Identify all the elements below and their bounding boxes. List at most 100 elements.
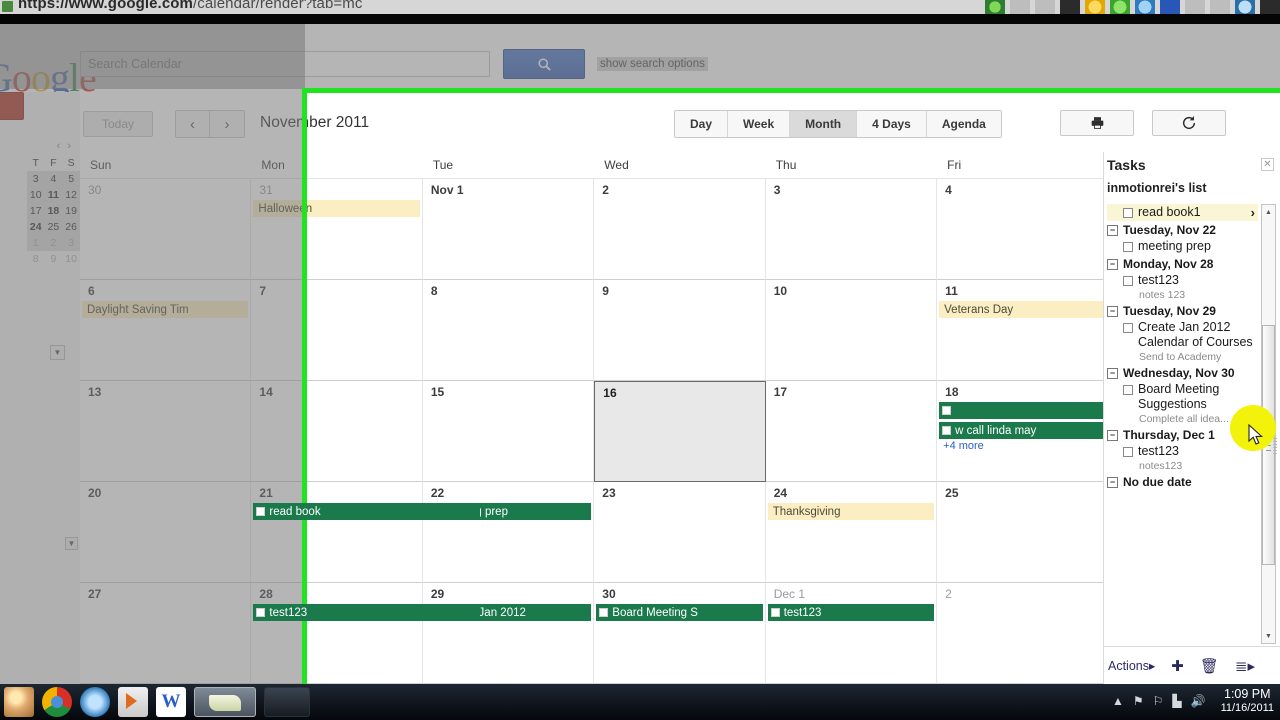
day-cell[interactable]: 18 w call linda may +4 more [937, 381, 1109, 482]
day-cell[interactable]: 8 [422, 280, 595, 381]
day-cell[interactable]: 30 Board Meeting S [594, 583, 766, 684]
list-options-icon[interactable]: ≣▸ [1235, 657, 1255, 675]
taskbar-clock[interactable]: 1:09 PM 11/16/2011 [1215, 687, 1274, 715]
mini-calendar-day[interactable]: 9 [45, 251, 63, 267]
signal-icon[interactable]: ▙ [1172, 694, 1181, 708]
browser-extension-icons[interactable] [985, 0, 1280, 14]
mini-calendar-day[interactable] [0, 219, 9, 235]
mini-calendar-day[interactable] [9, 187, 27, 203]
collapse-minus-icon[interactable]: − [1107, 305, 1118, 317]
day-cell[interactable]: 20 [80, 482, 252, 583]
task-chip[interactable]: test123 [253, 604, 481, 621]
panel-resize-grip[interactable] [1273, 438, 1277, 454]
day-cell[interactable]: 2 [594, 179, 766, 280]
mini-calendar-day[interactable]: 17 [26, 203, 45, 219]
day-cell[interactable]: 11 Veterans Day [937, 280, 1109, 381]
search-input[interactable] [80, 51, 490, 77]
day-cell[interactable]: 4 [937, 179, 1109, 280]
picture-icon[interactable] [1185, 0, 1205, 14]
holiday-chip[interactable]: Veterans Day [939, 301, 1106, 318]
day-cell[interactable]: 7 [251, 280, 423, 381]
sidebar-other-calendars[interactable]: rs ▼ [0, 537, 78, 550]
task-date-group[interactable]: − No due date [1107, 473, 1258, 490]
taskbar-apps[interactable]: W [4, 687, 310, 717]
mini-calendar-day[interactable]: 1 [26, 235, 45, 251]
mini-calendar-day[interactable] [0, 203, 9, 219]
task-checkbox-icon[interactable] [1123, 323, 1133, 333]
trash-icon[interactable]: 🗑 [1200, 657, 1219, 675]
apps-icon[interactable] [1210, 0, 1230, 14]
chrome-icon[interactable] [42, 687, 72, 717]
day-cell[interactable]: 25 [937, 482, 1109, 583]
mini-calendar-day[interactable]: 2 [44, 235, 63, 251]
task-checkbox-icon[interactable] [1123, 447, 1133, 457]
internet-explorer-icon[interactable] [80, 687, 110, 717]
day-cell[interactable]: 16 [594, 381, 766, 482]
start-orb-icon[interactable] [4, 687, 34, 717]
mini-calendar-day[interactable]: 3 [62, 235, 80, 251]
day-cell[interactable]: 28 test123 [251, 583, 481, 684]
task-item[interactable]: Create Jan 2012 Calendar of Courses [1107, 319, 1258, 351]
collapse-minus-icon[interactable]: − [1107, 476, 1118, 488]
task-date-group[interactable]: − Tuesday, Nov 29 [1107, 302, 1258, 319]
tab-week[interactable]: Week [728, 111, 791, 137]
mini-calendar-day[interactable]: 12 [62, 187, 80, 203]
mini-calendar-day[interactable]: 5 [62, 171, 80, 187]
browser-url-bar[interactable]: https://www.google.com/calendar/render?t… [0, 0, 1280, 14]
mini-calendar-day[interactable]: 18 [44, 203, 63, 219]
task-chip[interactable]: test123 [767, 604, 935, 621]
mini-calendar-day[interactable] [0, 251, 9, 267]
evernote-icon[interactable] [985, 0, 1005, 14]
day-cell[interactable]: 9 [594, 280, 766, 381]
tab-month[interactable]: Month [790, 111, 858, 137]
task-checkbox-icon[interactable] [942, 406, 952, 415]
system-tray[interactable]: ▲ ⚑ ⚐ ▙ 🔊 1:09 PM 11/16/2011 [1112, 687, 1274, 715]
mini-calendar-day[interactable]: 10 [62, 251, 80, 267]
task-checkbox-icon[interactable] [256, 608, 266, 617]
day-cell[interactable]: Nov 1 [422, 179, 595, 280]
day-cell[interactable]: 14 [251, 381, 423, 482]
day-cell[interactable]: 13 [80, 381, 252, 482]
action-center-icon[interactable]: ⚐ [1153, 694, 1164, 708]
mini-calendar-day[interactable]: 25 [44, 219, 63, 235]
day-cell[interactable]: 15 [422, 381, 595, 482]
holiday-chip[interactable]: Thanksgiving [767, 503, 935, 520]
volume-icon[interactable]: 🔊 [1191, 694, 1206, 708]
day-cell[interactable]: 27 [80, 583, 252, 684]
mini-calendar-day[interactable]: 11 [44, 187, 63, 203]
mini-calendar-day[interactable] [0, 235, 9, 251]
day-cell[interactable]: 3 [765, 179, 938, 280]
mini-calendar-day[interactable]: 3 [26, 171, 45, 187]
today-button[interactable]: Today [83, 111, 153, 137]
holiday-chip[interactable]: Daylight Saving Tim [82, 301, 249, 318]
mini-calendar-day[interactable]: 19 [62, 203, 80, 219]
prev-period-button[interactable]: ‹ [176, 111, 210, 137]
task-item[interactable]: read book1 › [1107, 204, 1258, 221]
task-checkbox-icon[interactable] [1123, 208, 1133, 218]
day-cell[interactable]: 24 Thanksgiving [765, 482, 938, 583]
mini-calendar-days[interactable]: 3 4 5 10 11 12 17 18 19 24 25 26 1 2 3 8 9 10 [0, 171, 80, 267]
mini-calendar-day[interactable] [9, 251, 27, 267]
task-chip[interactable]: w call linda may [939, 422, 1106, 439]
day-cell[interactable]: 30 [80, 179, 252, 280]
mini-calendar-day[interactable] [9, 235, 27, 251]
task-checkbox-icon[interactable] [1123, 242, 1133, 252]
next-period-button[interactable]: › [210, 111, 244, 137]
refresh-button[interactable] [1152, 110, 1226, 136]
day-cell[interactable]: 2 [937, 583, 1109, 684]
recycle-icon[interactable] [1110, 0, 1130, 14]
plus-icon[interactable]: ✚ [1171, 657, 1184, 675]
active-window-icon[interactable] [194, 687, 256, 717]
word-icon[interactable]: W [156, 687, 186, 717]
mini-calendar-day[interactable] [9, 219, 27, 235]
tab-agenda[interactable]: Agenda [926, 111, 1001, 137]
task-date-group[interactable]: − Tuesday, Nov 22 [1107, 221, 1258, 238]
mail-icon[interactable] [1160, 0, 1180, 14]
close-icon[interactable]: ✕ [1261, 158, 1274, 171]
search-button[interactable] [503, 49, 585, 79]
windows-media-player-icon[interactable] [118, 687, 148, 717]
shield-icon[interactable] [1085, 0, 1105, 14]
day-cell[interactable]: 31 Halloween [251, 179, 423, 280]
scroll-up-icon[interactable]: ▲ [1262, 205, 1275, 219]
mini-calendar-day[interactable]: 26 [62, 219, 80, 235]
